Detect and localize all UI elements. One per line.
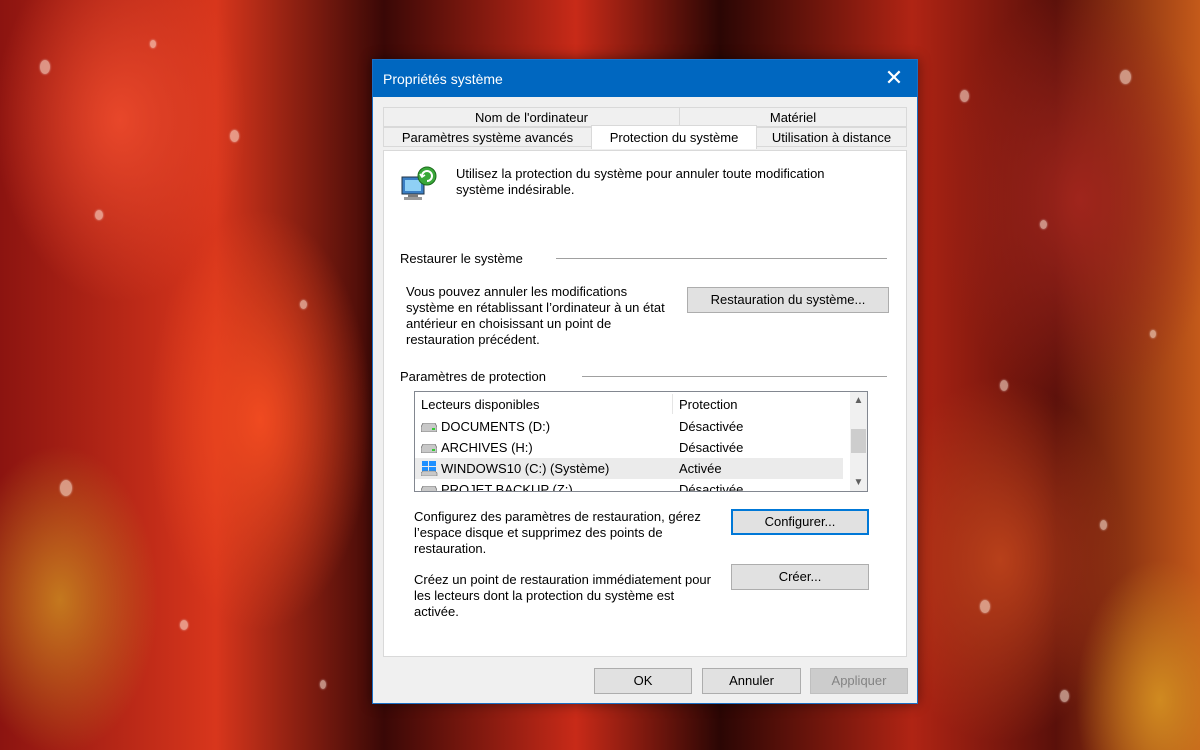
cancel-button[interactable]: Annuler: [702, 668, 801, 694]
water-drop: [95, 210, 103, 220]
tab-advanced[interactable]: Paramètres système avancés: [383, 127, 592, 147]
drive-name: WINDOWS10 (C:) (Système): [441, 461, 610, 476]
configure-description-line1: Configurez des paramètres de restauratio…: [414, 509, 701, 524]
water-drop: [180, 620, 188, 630]
drive-name: DOCUMENTS (D:): [441, 419, 551, 434]
restore-description-line3: antérieur en choisissant un point de: [406, 316, 612, 331]
restore-description-line2: système en rétablissant l’ordinateur à u…: [406, 300, 665, 315]
protection-group-label: Paramètres de protection: [400, 369, 546, 384]
drive-name: ARCHIVES (H:): [441, 440, 533, 455]
scroll-up-arrow-icon[interactable]: ▲: [850, 392, 867, 409]
drives-list-header: Lecteurs disponibles Protection: [415, 392, 843, 416]
water-drop: [1060, 690, 1069, 702]
system-restore-button[interactable]: Restauration du système...: [687, 287, 889, 313]
water-drop: [960, 90, 969, 102]
create-button[interactable]: Créer...: [731, 564, 869, 590]
water-drop: [1000, 380, 1008, 391]
drive-icon: [421, 486, 437, 491]
intro-text-line2: système indésirable.: [456, 182, 575, 197]
apply-button[interactable]: Appliquer: [810, 668, 908, 694]
water-drop: [1100, 520, 1107, 530]
window-title: Propriétés système: [383, 71, 503, 87]
water-drop: [320, 680, 326, 689]
configure-button[interactable]: Configurer...: [731, 509, 869, 535]
restore-description-line1: Vous pouvez annuler les modifications: [406, 284, 628, 299]
system-protection-panel: Utilisez la protection du système pour a…: [383, 150, 907, 657]
drive-protection-status: Désactivée: [679, 440, 744, 455]
column-separator: [672, 394, 673, 414]
drives-list-scrollbar[interactable]: ▲ ▼: [850, 392, 867, 491]
column-header-protection[interactable]: Protection: [679, 397, 738, 412]
create-description-line3: activée.: [414, 604, 459, 619]
water-drop: [40, 60, 50, 74]
column-header-drives[interactable]: Lecteurs disponibles: [421, 397, 540, 412]
drive-name: PROJET BACKUP (Z:): [441, 482, 573, 492]
drive-icon: [421, 444, 437, 453]
protection-group-divider: [582, 376, 887, 377]
water-drop: [1040, 220, 1047, 229]
drive-protection-status: Activée: [679, 461, 722, 476]
water-drop: [230, 130, 239, 142]
configure-description-line2: l’espace disque et supprimez des points …: [414, 525, 663, 540]
water-drop: [980, 600, 990, 613]
water-drop: [150, 40, 156, 48]
drive-row-archives[interactable]: ARCHIVES (H:) Désactivée: [415, 437, 843, 458]
configure-description-line3: restauration.: [414, 541, 487, 556]
water-drop: [300, 300, 307, 309]
water-drop: [1120, 70, 1131, 84]
restore-group-label: Restaurer le système: [400, 251, 523, 266]
drive-icon: [421, 423, 437, 432]
create-description-line2: les lecteurs dont la protection du systè…: [414, 588, 675, 603]
title-bar[interactable]: Propriétés système ✕: [373, 60, 917, 97]
drive-protection-status: Désactivée: [679, 419, 744, 434]
drive-row-windows10[interactable]: WINDOWS10 (C:) (Système) Activée: [415, 458, 843, 479]
scroll-thumb[interactable]: [851, 429, 866, 453]
scroll-down-arrow-icon[interactable]: ▼: [850, 474, 867, 491]
drive-row-projet-backup[interactable]: PROJET BACKUP (Z:) Désactivée: [415, 479, 843, 492]
intro-text-line1: Utilisez la protection du système pour a…: [456, 166, 825, 181]
create-description-line1: Créez un point de restauration immédiate…: [414, 572, 711, 587]
tab-remote[interactable]: Utilisation à distance: [756, 127, 907, 147]
water-drop: [1150, 330, 1156, 338]
windows-drive-icon: [421, 461, 438, 476]
tab-hardware[interactable]: Matériel: [679, 107, 907, 127]
tab-computer-name[interactable]: Nom de l'ordinateur: [383, 107, 680, 127]
close-button[interactable]: ✕: [871, 60, 917, 97]
tab-strip: Nom de l'ordinateur Matériel Paramètres …: [383, 107, 907, 151]
ok-button[interactable]: OK: [594, 668, 692, 694]
restore-group-divider: [556, 258, 887, 259]
drive-protection-status: Désactivée: [679, 482, 744, 492]
restore-description-line4: restauration précédent.: [406, 332, 540, 347]
system-properties-dialog: Propriétés système ✕ Nom de l'ordinateur…: [372, 59, 918, 704]
system-protection-icon: [401, 166, 437, 200]
drive-row-documents[interactable]: DOCUMENTS (D:) Désactivée: [415, 416, 843, 437]
water-drop: [60, 480, 72, 496]
tab-system-protection[interactable]: Protection du système: [591, 125, 757, 149]
drives-list[interactable]: Lecteurs disponibles Protection DOCUMENT…: [414, 391, 868, 492]
